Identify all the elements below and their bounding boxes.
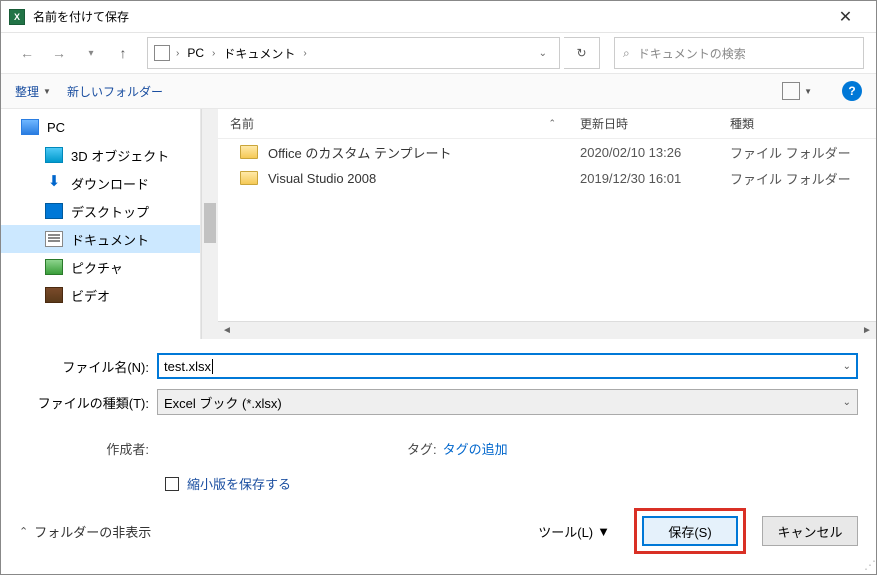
- cancel-button[interactable]: キャンセル: [762, 516, 858, 546]
- window-title: 名前を付けて保存: [33, 8, 823, 25]
- col-name[interactable]: 名前⌃: [218, 115, 568, 132]
- cube-icon: [45, 147, 63, 163]
- document-icon: [45, 231, 63, 247]
- tree-3d-objects[interactable]: 3D オブジェクト: [1, 141, 200, 169]
- crumb-pc[interactable]: PC: [185, 46, 206, 60]
- filetype-label: ファイルの種類(T):: [19, 393, 157, 412]
- desktop-icon: [45, 203, 63, 219]
- chevron-down-icon: ▼: [597, 524, 610, 539]
- breadcrumb[interactable]: › PC › ドキュメント › ⌄: [147, 37, 560, 69]
- up-button[interactable]: ↑: [109, 39, 137, 67]
- footer: ⌃ フォルダーの非表示 ツール(L) ▼ 保存(S) キャンセル: [1, 503, 876, 559]
- folder-icon: [240, 171, 258, 185]
- chevron-right-icon: ›: [301, 48, 308, 59]
- col-date[interactable]: 更新日時: [568, 115, 718, 132]
- search-icon: ⌕: [623, 46, 630, 61]
- tree-pictures[interactable]: ピクチャ: [1, 253, 200, 281]
- refresh-button[interactable]: ↻: [564, 37, 600, 69]
- tools-button[interactable]: ツール(L) ▼: [538, 522, 610, 541]
- file-row[interactable]: Office のカスタム テンプレート 2020/02/10 13:26 ファイ…: [218, 139, 876, 165]
- forward-button[interactable]: →: [45, 39, 73, 67]
- tree-pc[interactable]: PC: [1, 113, 200, 141]
- save-button[interactable]: 保存(S): [642, 516, 738, 546]
- view-icon: [782, 82, 800, 100]
- search-placeholder: ドキュメントの検索: [638, 45, 746, 62]
- filename-input[interactable]: test.xlsx ⌄: [157, 353, 858, 379]
- author-label: 作成者:: [19, 439, 157, 458]
- tree-videos[interactable]: ビデオ: [1, 281, 200, 309]
- chevron-down-icon: ▼: [43, 87, 51, 96]
- nav-tree: PC 3D オブジェクト ⬇ダウンロード デスクトップ ドキュメント ピクチャ …: [1, 109, 201, 339]
- scroll-right-icon[interactable]: ►: [858, 325, 876, 336]
- crumb-folder[interactable]: ドキュメント: [221, 45, 297, 62]
- resize-grip-icon[interactable]: ⋰: [864, 558, 874, 572]
- chevron-up-icon: ⌃: [19, 525, 28, 538]
- hide-folders-button[interactable]: ⌃ フォルダーの非表示: [19, 522, 151, 541]
- sort-caret-icon: ⌃: [548, 118, 556, 129]
- view-button[interactable]: ▼: [782, 82, 812, 100]
- tree-desktop[interactable]: デスクトップ: [1, 197, 200, 225]
- pc-icon: [154, 45, 170, 61]
- file-hscrollbar[interactable]: ◄ ►: [218, 321, 876, 339]
- filetype-dropdown-icon[interactable]: ⌄: [843, 397, 851, 408]
- close-button[interactable]: ✕: [823, 2, 868, 32]
- tags-value[interactable]: タグの追加: [443, 439, 508, 458]
- save-form: ファイル名(N): test.xlsx ⌄ ファイルの種類(T): Excel …: [1, 339, 876, 433]
- toolbar: 整理▼ 新しいフォルダー ▼ ?: [1, 73, 876, 109]
- checkbox-icon: [165, 477, 179, 491]
- file-row[interactable]: Visual Studio 2008 2019/12/30 16:01 ファイル…: [218, 165, 876, 191]
- picture-icon: [45, 259, 63, 275]
- file-list: 名前⌃ 更新日時 種類 Office のカスタム テンプレート 2020/02/…: [218, 109, 876, 339]
- filetype-select[interactable]: Excel ブック (*.xlsx) ⌄: [157, 389, 858, 415]
- tags-label: タグ:: [407, 439, 437, 458]
- file-header: 名前⌃ 更新日時 種類: [218, 109, 876, 139]
- thumbnail-checkbox[interactable]: 縮小版を保存する: [1, 464, 876, 503]
- tree-scrollbar[interactable]: [201, 109, 218, 339]
- filename-label: ファイル名(N):: [19, 357, 157, 376]
- tree-downloads[interactable]: ⬇ダウンロード: [1, 169, 200, 197]
- filename-dropdown-icon[interactable]: ⌄: [843, 361, 851, 372]
- recent-dropdown[interactable]: ▾: [77, 39, 105, 67]
- download-icon: ⬇: [45, 175, 63, 191]
- title-bar: X 名前を付けて保存 ✕: [1, 1, 876, 33]
- organize-button[interactable]: 整理▼: [15, 83, 51, 100]
- new-folder-button[interactable]: 新しいフォルダー: [67, 83, 163, 100]
- back-button[interactable]: ←: [13, 39, 41, 67]
- save-highlight: 保存(S): [634, 508, 746, 554]
- col-type[interactable]: 種類: [718, 115, 876, 132]
- excel-icon: X: [9, 9, 25, 25]
- chevron-right-icon: ›: [210, 48, 217, 59]
- meta-row: 作成者: タグ: タグの追加: [1, 433, 876, 464]
- chevron-down-icon: ▼: [804, 87, 812, 96]
- folder-icon: [240, 145, 258, 159]
- help-button[interactable]: ?: [842, 81, 862, 101]
- video-icon: [45, 287, 63, 303]
- pc-icon: [21, 119, 39, 135]
- nav-row: ← → ▾ ↑ › PC › ドキュメント › ⌄ ↻ ⌕ ドキュメントの検索: [1, 33, 876, 73]
- search-input[interactable]: ⌕ ドキュメントの検索: [614, 37, 864, 69]
- scroll-left-icon[interactable]: ◄: [218, 325, 236, 336]
- tree-documents[interactable]: ドキュメント: [1, 225, 200, 253]
- breadcrumb-dropdown[interactable]: ⌄: [539, 48, 547, 59]
- chevron-right-icon: ›: [174, 48, 181, 59]
